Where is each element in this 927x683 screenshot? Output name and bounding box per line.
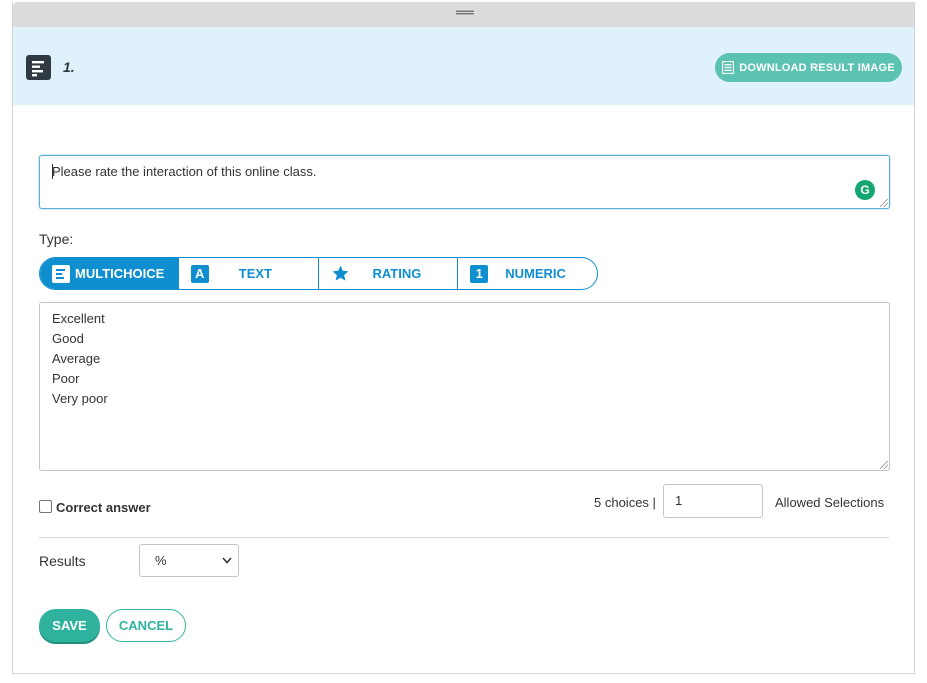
tab-multichoice[interactable]: MULTICHOICE bbox=[40, 258, 179, 289]
choices-count: 5 choices | bbox=[594, 495, 656, 510]
save-button[interactable]: SAVE bbox=[39, 609, 100, 642]
tab-text[interactable]: A TEXT bbox=[179, 258, 319, 289]
question-textarea[interactable]: Please rate the interaction of this onli… bbox=[39, 155, 890, 209]
choice-item: Very poor bbox=[52, 391, 108, 406]
tab-multichoice-label: MULTICHOICE bbox=[75, 266, 165, 281]
question-text: Please rate the interaction of this onli… bbox=[52, 164, 317, 179]
divider bbox=[39, 537, 889, 538]
allowed-selections-input[interactable]: 1 bbox=[663, 484, 763, 518]
text-caret bbox=[52, 164, 53, 179]
tab-rating-label: RATING bbox=[372, 266, 422, 281]
tab-numeric[interactable]: 1 NUMERIC bbox=[458, 258, 597, 289]
cancel-button[interactable]: CANCEL bbox=[106, 609, 186, 642]
grammarly-icon[interactable]: G bbox=[855, 180, 875, 200]
drag-bar[interactable] bbox=[13, 2, 914, 27]
correct-answer-toggle[interactable]: Correct answer bbox=[39, 497, 151, 515]
chevron-down-icon bbox=[222, 557, 232, 564]
tab-rating[interactable]: RATING bbox=[319, 258, 459, 289]
choice-item: Good bbox=[52, 331, 84, 346]
number-one-icon: 1 bbox=[470, 264, 489, 283]
download-result-image-button[interactable]: DOWNLOAD RESULT IMAGE bbox=[715, 53, 902, 82]
tab-numeric-label: NUMERIC bbox=[505, 266, 566, 281]
allowed-selections-label: Allowed Selections bbox=[775, 495, 885, 510]
multichoice-icon bbox=[52, 264, 70, 283]
resize-grip-icon[interactable] bbox=[880, 199, 888, 207]
correct-answer-label: Correct answer bbox=[56, 500, 151, 515]
question-header: 1. DOWNLOAD RESULT IMAGE bbox=[13, 27, 914, 105]
tab-text-label: TEXT bbox=[238, 266, 272, 281]
question-editor-card: 1. DOWNLOAD RESULT IMAGE Please rate the… bbox=[12, 2, 915, 674]
results-label: Results bbox=[39, 553, 86, 569]
resize-grip-icon[interactable] bbox=[880, 461, 888, 469]
image-file-icon bbox=[722, 61, 735, 74]
question-number: 1. bbox=[63, 59, 75, 75]
results-selected-value: % bbox=[155, 553, 167, 568]
results-select[interactable]: % bbox=[139, 544, 239, 577]
download-button-label: DOWNLOAD RESULT IMAGE bbox=[739, 61, 895, 74]
choice-item: Excellent bbox=[52, 311, 105, 326]
correct-answer-checkbox[interactable] bbox=[39, 499, 52, 513]
star-icon bbox=[332, 265, 348, 281]
letter-a-icon: A bbox=[190, 264, 209, 283]
drag-handle-icon[interactable] bbox=[456, 10, 474, 15]
allowed-selections-value: 1 bbox=[675, 493, 683, 508]
choice-item: Poor bbox=[52, 371, 80, 386]
multichoice-question-icon bbox=[26, 55, 51, 80]
choice-item: Average bbox=[52, 351, 101, 366]
choices-textarea[interactable]: Excellent Good Average Poor Very poor bbox=[39, 302, 890, 471]
type-tab-group: MULTICHOICE A TEXT RATING 1 NUMERIC bbox=[39, 257, 598, 290]
type-label: Type: bbox=[39, 231, 74, 247]
